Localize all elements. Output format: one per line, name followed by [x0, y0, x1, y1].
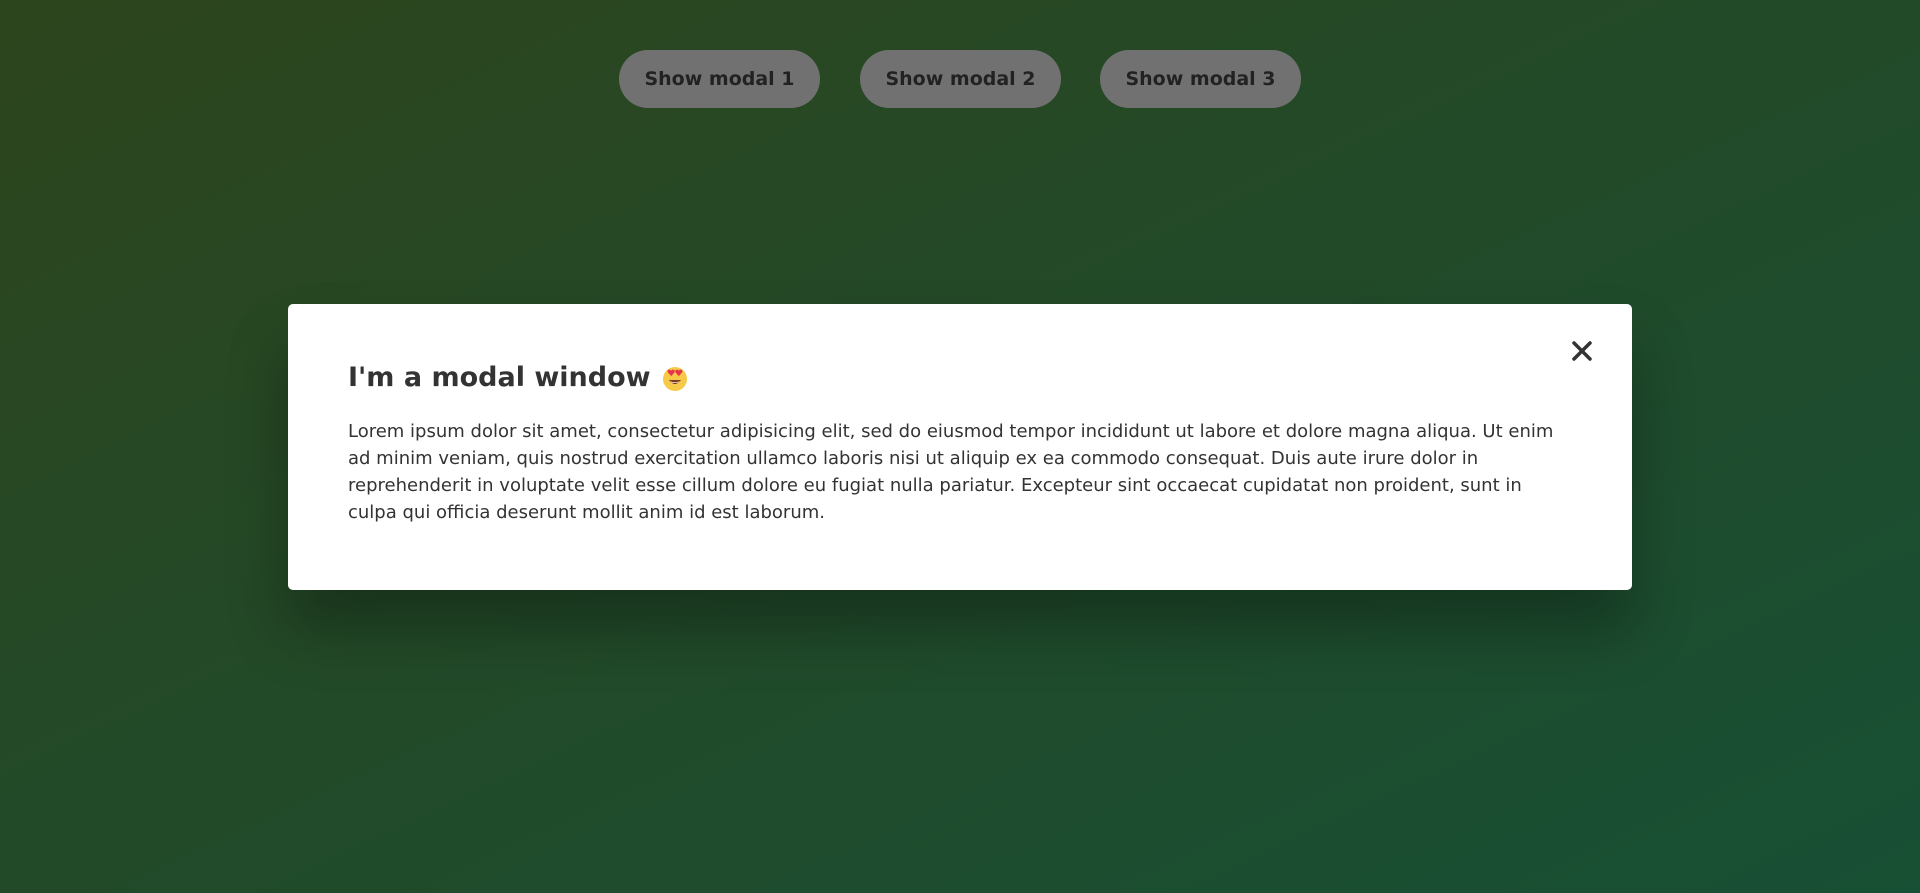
- modal-window: I'm a modal window Lorem ipsum dolor sit…: [288, 304, 1632, 590]
- close-icon: [1571, 340, 1593, 365]
- close-modal-button[interactable]: [1560, 330, 1604, 374]
- heart-eyes-emoji-icon: [661, 364, 689, 392]
- modal-body-text: Lorem ipsum dolor sit amet, consectetur …: [348, 421, 1554, 523]
- modal-title: I'm a modal window: [348, 362, 651, 393]
- modal-title-row: I'm a modal window: [348, 360, 1572, 396]
